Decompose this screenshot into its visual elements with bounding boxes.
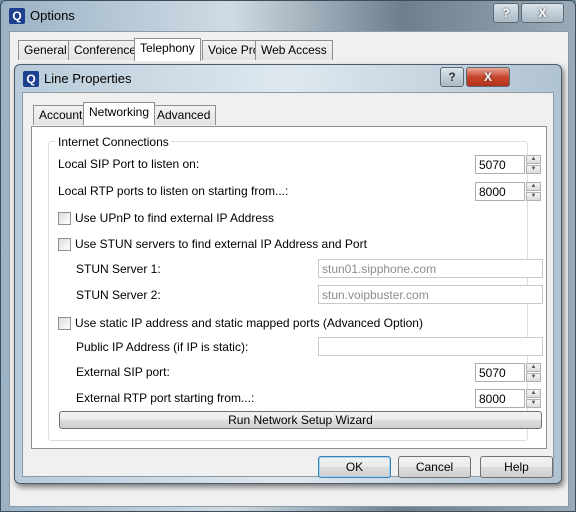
spin-up-icon[interactable]: ▲: [526, 363, 541, 372]
spin-down-icon[interactable]: ▼: [526, 399, 541, 408]
close-icon[interactable]: X: [466, 67, 510, 87]
tab-telephony[interactable]: Telephony: [134, 38, 201, 61]
stun-label: Use STUN servers to find external IP Add…: [75, 237, 367, 251]
tab-networking[interactable]: Networking: [83, 102, 156, 125]
help-icon[interactable]: ?: [440, 67, 464, 87]
static-ip-label: Use static IP address and static mapped …: [75, 316, 423, 330]
external-rtp-port-spinner[interactable]: 8000 ▲ ▼: [475, 389, 541, 408]
spin-up-icon[interactable]: ▲: [526, 182, 541, 191]
help-button[interactable]: Help: [480, 456, 553, 478]
networking-panel: Internet Connections Local SIP Port to l…: [31, 126, 547, 449]
external-rtp-port-input[interactable]: 8000: [475, 389, 525, 408]
spin-down-icon[interactable]: ▼: [526, 373, 541, 382]
public-ip-label: Public IP Address (if IP is static):: [76, 340, 249, 354]
spin-down-icon[interactable]: ▼: [526, 165, 541, 174]
external-sip-label: External SIP port:: [76, 365, 170, 379]
close-icon[interactable]: X: [521, 3, 564, 23]
local-rtp-port-spinner[interactable]: 8000 ▲ ▼: [475, 182, 541, 201]
tab-general[interactable]: General: [18, 40, 73, 60]
app-logo-icon: Q: [9, 8, 25, 24]
local-sip-port-input[interactable]: 5070: [475, 155, 525, 174]
ok-button[interactable]: OK: [318, 456, 391, 478]
external-sip-port-input[interactable]: 5070: [475, 363, 525, 382]
static-ip-checkbox[interactable]: [58, 317, 71, 330]
spin-down-icon[interactable]: ▼: [526, 192, 541, 201]
local-rtp-port-input[interactable]: 8000: [475, 182, 525, 201]
stun-server-1-input[interactable]: stun01.sipphone.com: [318, 259, 543, 278]
stun-checkbox[interactable]: [58, 238, 71, 251]
app-logo-icon: Q: [23, 71, 39, 87]
stun-server-2-label: STUN Server 2:: [76, 288, 161, 302]
spin-up-icon[interactable]: ▲: [526, 155, 541, 164]
spin-up-icon[interactable]: ▲: [526, 389, 541, 398]
stun-server-2-input[interactable]: stun.voipbuster.com: [318, 285, 543, 304]
run-network-setup-wizard-button[interactable]: Run Network Setup Wizard: [59, 411, 542, 429]
upnp-checkbox[interactable]: [58, 212, 71, 225]
stun-server-1-label: STUN Server 1:: [76, 262, 161, 276]
help-icon[interactable]: ?: [493, 3, 519, 23]
external-sip-port-spinner[interactable]: 5070 ▲ ▼: [475, 363, 541, 382]
window-title: Options: [30, 8, 75, 23]
local-sip-label: Local SIP Port to listen on:: [58, 157, 200, 171]
cancel-button[interactable]: Cancel: [398, 456, 471, 478]
dialog-title: Line Properties: [44, 71, 132, 86]
tab-advanced[interactable]: Advanced: [151, 105, 217, 125]
public-ip-input[interactable]: [318, 337, 543, 356]
dialog-body: Account Networking Advanced Internet Con…: [22, 92, 554, 478]
local-sip-port-spinner[interactable]: 5070 ▲ ▼: [475, 155, 541, 174]
tab-account[interactable]: Account: [33, 105, 89, 125]
group-title: Internet Connections: [56, 135, 171, 149]
external-rtp-label: External RTP port starting from...:: [76, 391, 255, 405]
local-rtp-label: Local RTP ports to listen on starting fr…: [58, 184, 289, 198]
line-properties-dialog: Q Line Properties ? X Account Networking…: [14, 64, 562, 484]
tab-web-access[interactable]: Web Access: [255, 40, 333, 60]
upnp-label: Use UPnP to find external IP Address: [75, 211, 275, 225]
